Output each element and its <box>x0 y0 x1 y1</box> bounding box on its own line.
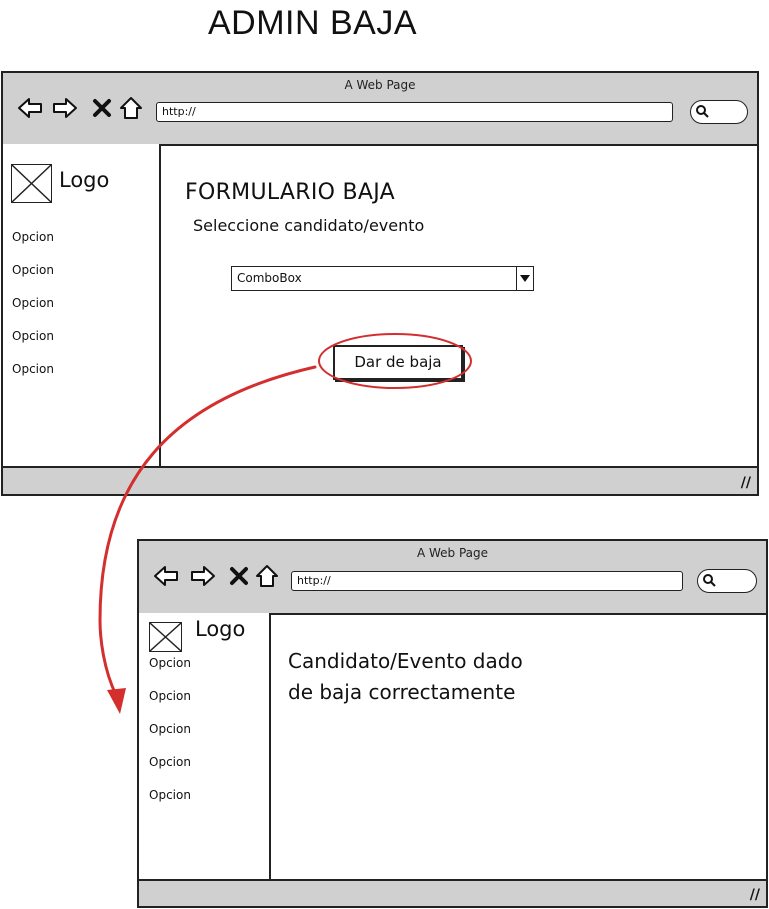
url-input[interactable]: http:// <box>291 571 683 591</box>
sidebar-item-opcion[interactable]: Opcion <box>149 722 191 736</box>
sidebar-item-opcion[interactable]: Opcion <box>149 656 191 670</box>
confirmation-message-line2: de baja correctamente <box>288 680 516 704</box>
sidebar-item-opcion[interactable]: Opcion <box>12 230 54 244</box>
browser-window-form: A Web Page http:// Logo Opcion Opcion Op… <box>1 71 759 496</box>
sidebar-item-opcion[interactable]: Opcion <box>149 788 191 802</box>
window-title: A Web Page <box>344 78 416 92</box>
search-button[interactable] <box>697 569 757 593</box>
form-title: FORMULARIO BAJA <box>185 180 396 205</box>
confirmation-message-line1: Candidato/Evento dado <box>288 649 523 673</box>
sidebar-item-opcion[interactable]: Opcion <box>12 362 54 376</box>
home-icon[interactable] <box>254 563 280 589</box>
sidebar-item-opcion[interactable]: Opcion <box>149 689 191 703</box>
resize-grip-icon[interactable]: // <box>741 475 751 491</box>
search-icon <box>696 105 709 118</box>
dropdown-arrow-icon[interactable] <box>516 266 534 291</box>
stop-icon[interactable] <box>226 563 252 589</box>
search-button[interactable] <box>690 100 748 124</box>
sidebar-item-opcion[interactable]: Opcion <box>12 296 54 310</box>
window-title: A Web Page <box>416 546 489 560</box>
candidate-event-combobox[interactable]: ComboBox <box>231 266 534 291</box>
forward-arrow-icon[interactable] <box>190 563 216 589</box>
flow-arrow-head <box>107 688 126 714</box>
dar-de-baja-button[interactable]: Dar de baja <box>333 345 463 380</box>
stop-icon[interactable] <box>89 95 115 121</box>
logo-label: Logo <box>195 617 246 641</box>
image-placeholder-icon <box>149 622 182 652</box>
logo-label: Logo <box>59 168 110 192</box>
browser-toolbar: A Web Page http:// <box>3 73 757 146</box>
forward-arrow-icon[interactable] <box>52 95 78 121</box>
combobox-value: ComboBox <box>237 271 302 285</box>
status-bar: // <box>139 879 766 906</box>
search-icon <box>703 574 716 587</box>
browser-window-confirmation: A Web Page http:// Logo Opcion Opcion Op… <box>137 539 768 908</box>
resize-grip-icon[interactable]: // <box>750 887 760 903</box>
sidebar: Logo Opcion Opcion Opcion Opcion Opcion <box>3 144 161 468</box>
browser-toolbar: A Web Page http:// <box>139 541 766 615</box>
sidebar-item-opcion[interactable]: Opcion <box>12 329 54 343</box>
back-arrow-icon[interactable] <box>153 563 179 589</box>
page-title: ADMIN BAJA <box>208 4 418 42</box>
sidebar-item-opcion[interactable]: Opcion <box>12 263 54 277</box>
sidebar-item-opcion[interactable]: Opcion <box>149 755 191 769</box>
confirmation-message: Candidato/Evento dado de baja correctame… <box>288 646 523 708</box>
sidebar: Logo Opcion Opcion Opcion Opcion Opcion <box>139 613 271 883</box>
back-arrow-icon[interactable] <box>17 95 43 121</box>
image-placeholder-icon <box>11 164 52 203</box>
home-icon[interactable] <box>118 95 144 121</box>
status-bar: // <box>3 466 757 494</box>
url-input[interactable]: http:// <box>156 102 673 122</box>
form-subtitle: Seleccione candidato/evento <box>193 216 425 235</box>
